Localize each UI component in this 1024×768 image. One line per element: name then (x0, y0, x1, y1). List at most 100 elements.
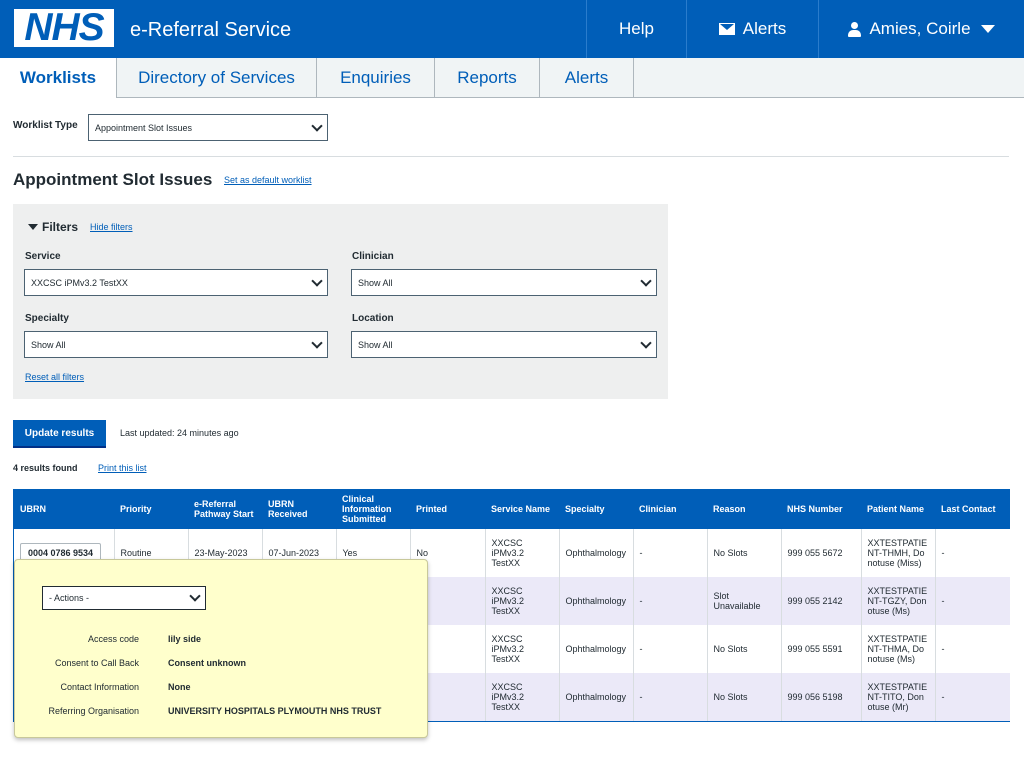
tab-alerts[interactable]: Alerts (540, 58, 634, 98)
nhs-logo[interactable]: NHS (14, 6, 114, 49)
cell-specialty: Ophthalmology (559, 577, 634, 625)
select-value: Show All (31, 339, 66, 350)
filters-title: Filters (42, 220, 79, 234)
chevron-down-icon (189, 590, 201, 602)
cell-service: XXCSC iPMv3.2 TestXX (485, 529, 560, 577)
access-code-value: lily side (168, 634, 202, 644)
set-default-link[interactable]: Set as default worklist (224, 175, 312, 185)
col-reason[interactable]: Reason (707, 489, 781, 529)
consent-label: Consent to Call Back (54, 658, 139, 668)
select-value: Show All (358, 339, 393, 350)
tab-worklists[interactable]: Worklists (0, 58, 117, 98)
cell-nhs-number: 999 056 5198 (781, 673, 862, 722)
divider (13, 156, 1009, 157)
referring-org-label: Referring Organisation (48, 706, 139, 716)
select-value: Appointment Slot Issues (95, 122, 193, 133)
col-pathway-start[interactable]: e-Referral Pathway Start (188, 489, 262, 529)
reset-filters-link[interactable]: Reset all filters (25, 372, 84, 382)
alerts-label: Alerts (742, 19, 787, 38)
cell-clinician: - (633, 529, 708, 577)
cell-nhs-number: 999 055 5672 (781, 529, 862, 577)
cell-patient: XXTESTPATIENT-THMH, Donotuse (Miss) (861, 529, 936, 577)
tab-enquiries[interactable]: Enquiries (317, 58, 435, 98)
actions-select[interactable]: - Actions - (42, 586, 206, 610)
tab-label: Alerts (564, 67, 609, 87)
access-code-label: Access code (87, 634, 139, 644)
filters-toggle[interactable]: Filters (28, 220, 78, 234)
filters-panel: Filters Hide filters Service XXCSC iPMv3… (13, 204, 668, 399)
service-select[interactable]: XXCSC iPMv3.2 TestXX (24, 269, 328, 296)
tab-label: Directory of Services (138, 67, 295, 87)
clinician-select[interactable]: Show All (351, 269, 657, 296)
top-header: NHS e-Referral Service Help Alerts Amies… (0, 0, 1024, 58)
location-label: Location (352, 313, 394, 324)
cell-clinician: - (633, 577, 708, 625)
col-patient-name[interactable]: Patient Name (861, 489, 935, 529)
user-name: Amies, Coirle (869, 19, 971, 38)
cell-clinician: - (633, 673, 708, 722)
cell-specialty: Ophthalmology (559, 673, 634, 722)
select-value: XXCSC iPMv3.2 TestXX (31, 277, 128, 288)
cell-last-contact: - (935, 673, 1010, 722)
cell-nhs-number: 999 055 2142 (781, 577, 862, 625)
cell-clinician: - (633, 625, 708, 673)
chevron-down-icon (311, 274, 323, 287)
cell-reason: No Slots (707, 625, 782, 673)
cell-patient: XXTESTPATIENT-THMA, Donotuse (Ms) (861, 625, 936, 673)
specialty-select[interactable]: Show All (24, 331, 328, 358)
cell-specialty: Ophthalmology (559, 625, 634, 673)
col-clinical-info[interactable]: Clinical Information Submitted (336, 489, 410, 529)
cell-patient: XXTESTPATIENT-TGZY, Donotuse (Ms) (861, 577, 936, 625)
cell-patient: XXTESTPATIENT-TITO, Donotuse (Mr) (861, 673, 936, 722)
referring-org-value: UNIVERSITY HOSPITALS PLYMOUTH NHS TRUST (168, 706, 382, 716)
col-ubrn[interactable]: UBRN (14, 489, 114, 529)
chevron-down-icon (311, 119, 323, 132)
cell-reason: Slot Unavailable (707, 577, 782, 625)
col-priority[interactable]: Priority (114, 489, 188, 529)
print-list-link[interactable]: Print this list (98, 463, 147, 473)
help-button[interactable]: Help (586, 0, 686, 58)
location-select[interactable]: Show All (351, 331, 657, 358)
tab-reports[interactable]: Reports (435, 58, 540, 98)
logo-text: NHS (24, 6, 104, 49)
col-service-name[interactable]: Service Name (485, 489, 559, 529)
referral-details-popup: - Actions - Access code lily side Consen… (14, 559, 428, 738)
user-menu[interactable]: Amies, Coirle (818, 0, 1024, 58)
cell-reason: No Slots (707, 529, 782, 577)
cell-last-contact: - (935, 577, 1010, 625)
select-value: Show All (358, 277, 393, 288)
help-label: Help (619, 19, 654, 38)
tab-label: Enquiries (340, 67, 411, 87)
tab-label: Worklists (19, 68, 97, 87)
select-value: - Actions - (49, 593, 90, 603)
cell-specialty: Ophthalmology (559, 529, 634, 577)
tab-directory-of-services[interactable]: Directory of Services (117, 58, 317, 98)
last-updated: Last updated: 24 minutes ago (120, 428, 239, 438)
col-nhs-number[interactable]: NHS Number (781, 489, 861, 529)
hide-filters-link[interactable]: Hide filters (90, 222, 133, 232)
cell-last-contact: - (935, 625, 1010, 673)
col-clinician[interactable]: Clinician (633, 489, 707, 529)
cell-reason: No Slots (707, 673, 782, 722)
table-header-row: UBRN Priority e-Referral Pathway Start U… (14, 489, 1010, 529)
cell-last-contact: - (935, 529, 1010, 577)
worklist-type-select[interactable]: Appointment Slot Issues (88, 114, 328, 141)
worklist-type-label: Worklist Type (13, 120, 78, 131)
tab-label: Reports (457, 67, 517, 87)
col-specialty[interactable]: Specialty (559, 489, 633, 529)
service-label: Service (25, 251, 61, 262)
col-ubrn-received[interactable]: UBRN Received (262, 489, 336, 529)
update-results-button[interactable]: Update results (13, 420, 106, 448)
chevron-down-icon (640, 336, 652, 349)
col-printed[interactable]: Printed (410, 489, 485, 529)
page-title: Appointment Slot Issues (13, 170, 213, 189)
triangle-down-icon (28, 224, 38, 230)
clinician-label: Clinician (352, 251, 394, 262)
consent-value: Consent unknown (168, 658, 246, 668)
alerts-button[interactable]: Alerts (686, 0, 818, 58)
results-count: 4 results found (13, 463, 78, 473)
service-name: e-Referral Service (130, 19, 292, 41)
col-last-contact[interactable]: Last Contact (935, 489, 1010, 529)
cell-service: XXCSC iPMv3.2 TestXX (485, 673, 560, 722)
user-icon (848, 21, 862, 37)
